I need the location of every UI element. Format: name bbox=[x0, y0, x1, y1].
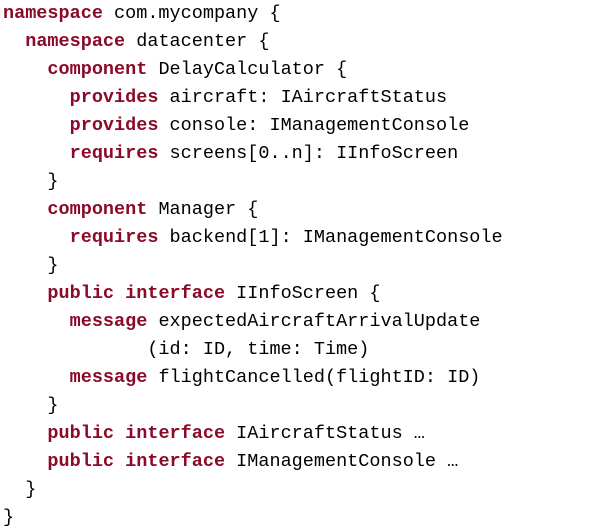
code-listing: namespace com.mycompany { namespace data… bbox=[0, 0, 602, 530]
code-text: IManagementConsole … bbox=[225, 451, 459, 472]
code-line: } bbox=[3, 252, 59, 280]
code-keyword: public interface bbox=[47, 451, 226, 472]
code-keyword: provides bbox=[69, 115, 159, 136]
code-text: (id: ID, time: Time) bbox=[147, 339, 370, 360]
code-text: expectedAircraftArrivalUpdate bbox=[147, 311, 481, 332]
code-line: } bbox=[3, 504, 14, 532]
code-keyword: public interface bbox=[47, 423, 226, 444]
code-text: console: IManagementConsole bbox=[158, 115, 470, 136]
code-text: } bbox=[47, 255, 59, 276]
code-line: provides aircraft: IAircraftStatus bbox=[3, 84, 447, 112]
code-text: screens[0..n]: IInfoScreen bbox=[158, 143, 459, 164]
code-keyword: public interface bbox=[47, 283, 226, 304]
code-keyword: requires bbox=[69, 143, 159, 164]
code-line: component DelayCalculator { bbox=[3, 56, 347, 84]
code-line: (id: ID, time: Time) bbox=[3, 336, 369, 364]
code-line: message flightCancelled(flightID: ID) bbox=[3, 364, 481, 392]
code-line: component Manager { bbox=[3, 196, 258, 224]
code-line: message expectedAircraftArrivalUpdate bbox=[3, 308, 481, 336]
code-line: provides console: IManagementConsole bbox=[3, 112, 470, 140]
code-keyword: provides bbox=[69, 87, 159, 108]
code-text: Manager { bbox=[147, 199, 259, 220]
code-text: com.mycompany { bbox=[102, 3, 281, 24]
code-line: public interface IInfoScreen { bbox=[3, 280, 381, 308]
code-keyword: component bbox=[47, 199, 148, 220]
code-line: } bbox=[3, 476, 36, 504]
code-text: } bbox=[3, 507, 15, 528]
code-keyword: namespace bbox=[3, 3, 103, 24]
code-line: } bbox=[3, 392, 59, 420]
code-text: } bbox=[47, 171, 59, 192]
code-text: aircraft: IAircraftStatus bbox=[158, 87, 448, 108]
code-keyword: component bbox=[47, 59, 148, 80]
code-line: } bbox=[3, 168, 59, 196]
code-line: namespace com.mycompany { bbox=[3, 0, 281, 28]
code-line: public interface IManagementConsole … bbox=[3, 448, 458, 476]
code-text: IAircraftStatus … bbox=[225, 423, 425, 444]
code-text: flightCancelled(flightID: ID) bbox=[147, 367, 481, 388]
code-keyword: message bbox=[69, 367, 148, 388]
code-line: public interface IAircraftStatus … bbox=[3, 420, 425, 448]
code-text: backend[1]: IManagementConsole bbox=[158, 227, 503, 248]
code-text: } bbox=[47, 395, 59, 416]
code-text: } bbox=[25, 479, 37, 500]
code-text: DelayCalculator { bbox=[147, 59, 348, 80]
code-text: IInfoScreen { bbox=[225, 283, 381, 304]
code-line: requires screens[0..n]: IInfoScreen bbox=[3, 140, 459, 168]
code-keyword: message bbox=[69, 311, 148, 332]
code-keyword: requires bbox=[69, 227, 159, 248]
code-line: requires backend[1]: IManagementConsole bbox=[3, 224, 503, 252]
code-text: datacenter { bbox=[125, 31, 270, 52]
code-keyword: namespace bbox=[25, 31, 126, 52]
code-line: namespace datacenter { bbox=[3, 28, 269, 56]
